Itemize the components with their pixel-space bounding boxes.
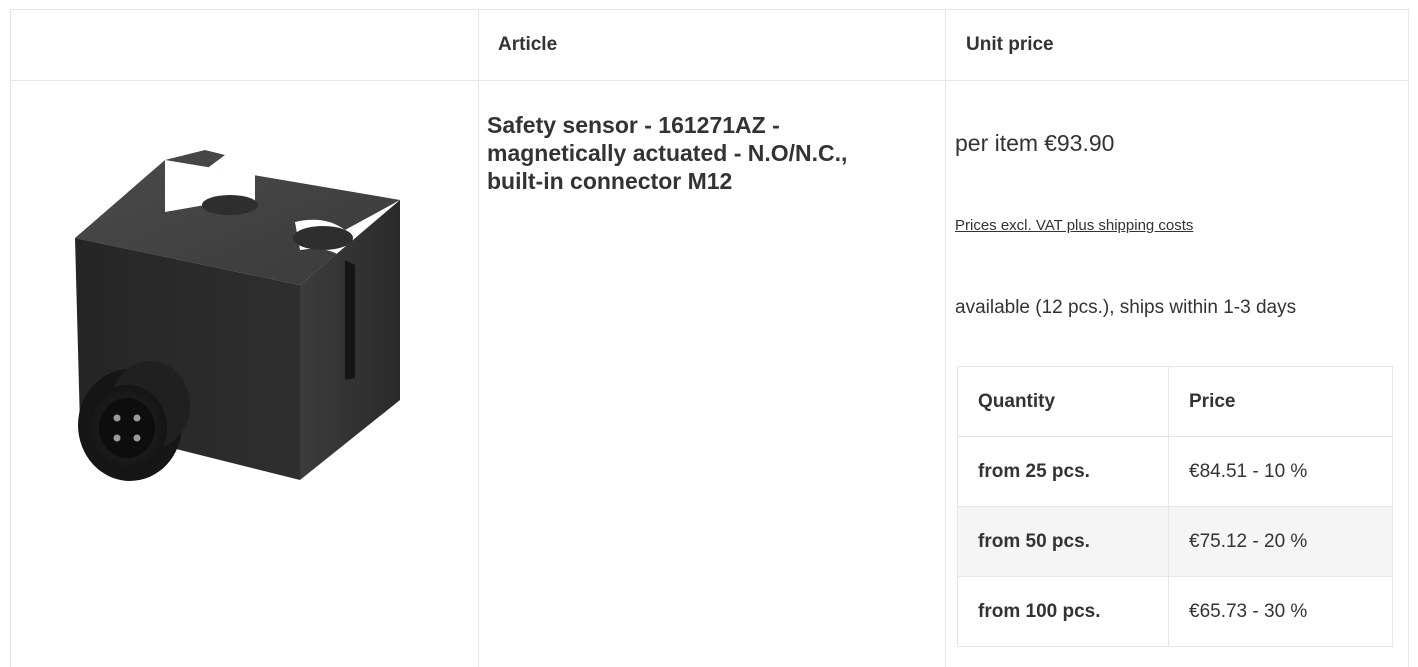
column-header-article: Article <box>498 34 558 55</box>
column-divider <box>478 10 479 667</box>
table-row: from 25 pcs. €84.51 - 10 % <box>957 436 1393 507</box>
table-header-row: Quantity Price <box>957 366 1393 437</box>
tier-price: €84.51 - 10 % <box>1168 436 1393 507</box>
column-header-unit-price: Unit price <box>966 34 1054 55</box>
table-row: from 100 pcs. €65.73 - 30 % <box>957 576 1393 647</box>
product-title[interactable]: Safety sensor - 161271AZ - magnetically … <box>487 111 887 195</box>
column-header-quantity: Quantity <box>957 366 1169 437</box>
safety-sensor-product-image[interactable] <box>55 150 415 490</box>
header-divider <box>11 80 1408 81</box>
tier-quantity: from 50 pcs. <box>957 506 1169 577</box>
tier-price: €75.12 - 20 % <box>1168 506 1393 577</box>
price-note-link[interactable]: Prices excl. VAT plus shipping costs <box>955 216 1193 236</box>
column-header-price: Price <box>1168 366 1393 437</box>
tier-quantity: from 25 pcs. <box>957 436 1169 507</box>
price-amount: €93.90 <box>1044 130 1115 156</box>
column-divider <box>945 10 946 667</box>
availability-status: available (12 pcs.), ships within 1-3 da… <box>955 297 1297 318</box>
tier-quantity: from 100 pcs. <box>957 576 1169 647</box>
price-prefix: per item <box>955 130 1039 156</box>
quantity-discount-table: Quantity Price from 25 pcs. €84.51 - 10 … <box>957 366 1393 647</box>
unit-price: per item €93.90 <box>955 128 1114 158</box>
table-row: from 50 pcs. €75.12 - 20 % <box>957 506 1393 577</box>
tier-price: €65.73 - 30 % <box>1168 576 1393 647</box>
